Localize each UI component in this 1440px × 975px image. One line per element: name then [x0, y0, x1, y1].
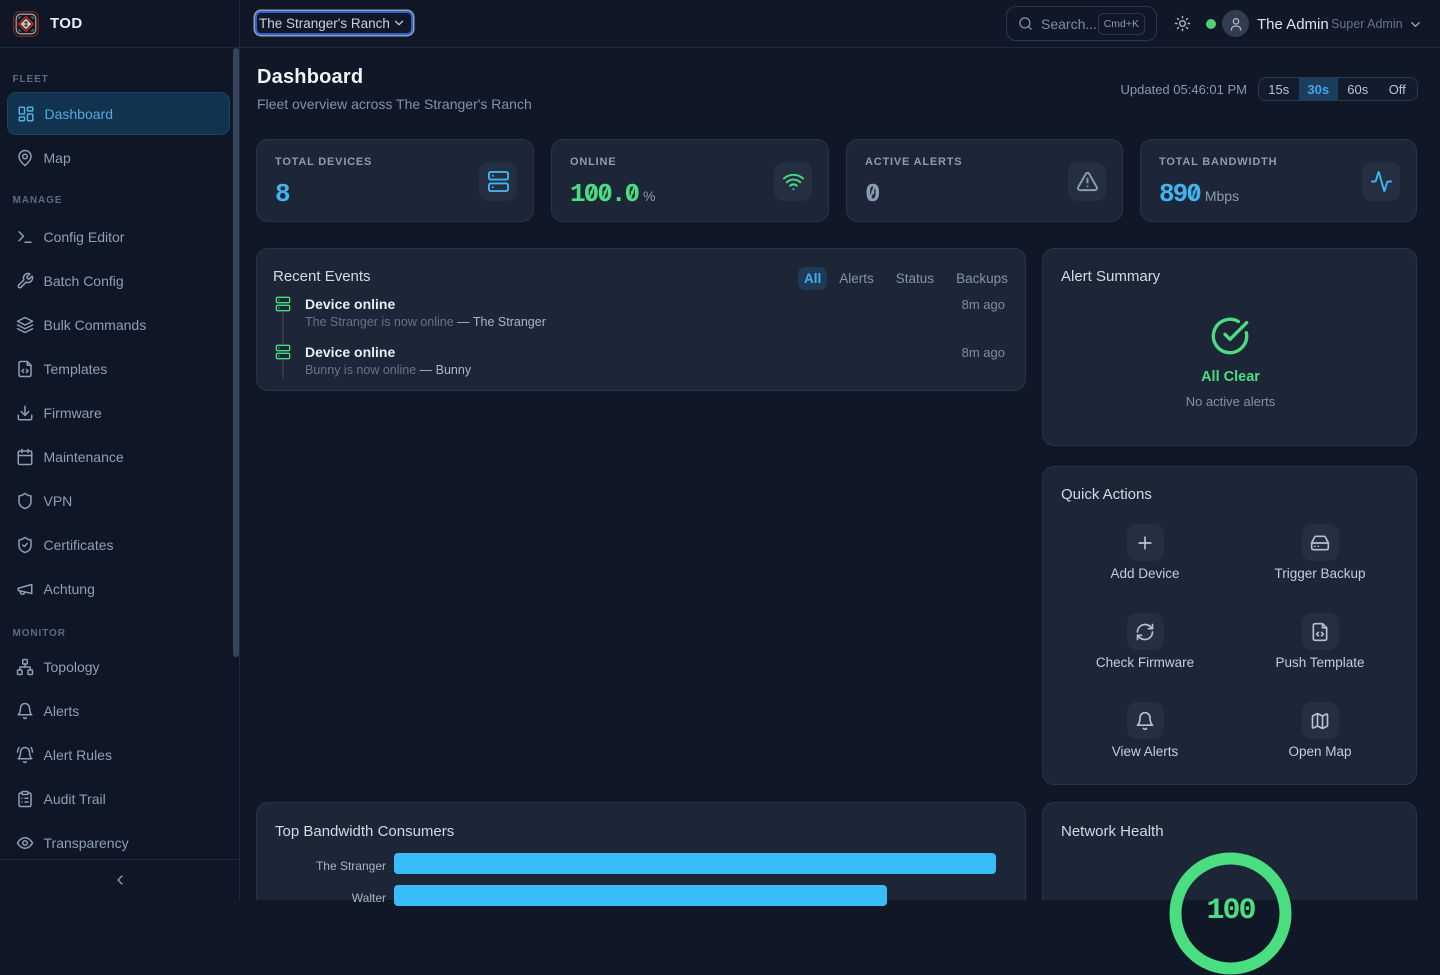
svg-text:100: 100 — [1206, 894, 1255, 928]
